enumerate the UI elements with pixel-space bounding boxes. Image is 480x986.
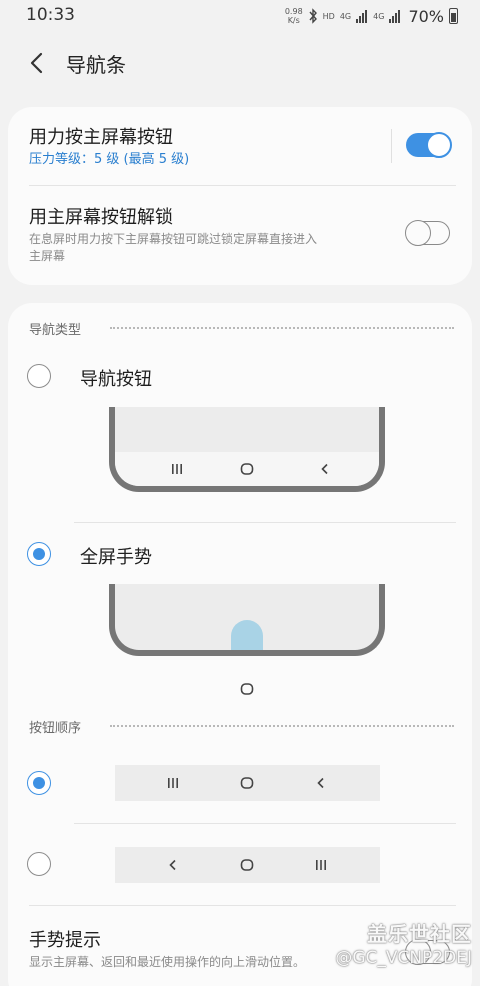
home-icon	[240, 680, 254, 699]
battery-percent: 70%	[408, 6, 444, 26]
lte-indicator-1: 4G	[339, 11, 352, 21]
option-label-fullscreen-gestures: 全屏手势	[80, 547, 152, 568]
switch-knob	[405, 219, 431, 246]
pressure-level: 压力等级：5 级 (最高 5 级)	[29, 152, 190, 167]
preview-navbar	[115, 452, 379, 486]
network-speed-value: 0.98	[284, 7, 303, 16]
home-icon	[235, 452, 259, 486]
section-label-nav-type: 导航类型	[29, 323, 82, 338]
back-icon	[309, 765, 333, 801]
watermark-user: @GC_VCNP2DEJ	[335, 948, 472, 968]
lte-indicator-2: 4G	[373, 11, 385, 21]
signal-icon-2	[389, 10, 401, 23]
status-time: 10:33	[26, 5, 75, 25]
bluetooth-icon	[309, 8, 317, 24]
unlock-title: 用主屏幕按钮解锁	[29, 207, 173, 228]
unlock-description-2: 主屏幕	[29, 249, 66, 263]
home-icon	[235, 847, 259, 883]
unlock-switch[interactable]	[405, 219, 450, 246]
radio-order-back-home-recents[interactable]	[27, 852, 51, 876]
gesture-hints-description: 显示主屏幕、返回和最近使用操作的向上滑动位置。	[29, 955, 306, 969]
order-bar-recents-home-back	[115, 765, 380, 801]
section-divider	[110, 327, 454, 329]
radio-nav-buttons[interactable]	[27, 364, 51, 388]
pressure-row[interactable]: 用力按主屏幕按钮 压力等级：5 级 (最高 5 级)	[8, 107, 472, 185]
preview-nav-buttons	[109, 407, 385, 492]
recents-icon	[165, 452, 189, 486]
network-speed: 0.98 K/s	[285, 7, 303, 25]
signal-icon-1	[356, 10, 368, 23]
gesture-hints-title: 手势提示	[29, 930, 101, 951]
recents-icon	[161, 765, 185, 801]
back-button[interactable]	[22, 48, 52, 78]
option-label-nav-buttons: 导航按钮	[80, 369, 152, 390]
navigation-bar-settings-screen: 10:33 0.98 K/s HD 4G 4G 70% 导航条 用力按主屏幕按钮…	[0, 0, 480, 986]
unlock-description-1: 在息屏时用力按下主屏幕按钮可跳过锁定屏幕直接进入	[29, 232, 318, 246]
battery-icon	[449, 8, 458, 24]
home-icon	[235, 765, 259, 801]
section-divider	[110, 725, 454, 727]
divider	[74, 823, 456, 824]
section-label-button-order: 按钮顺序	[29, 721, 82, 736]
switch-knob	[426, 132, 452, 158]
recents-icon	[309, 847, 333, 883]
pressure-switch[interactable]	[406, 132, 452, 158]
radio-fullscreen-gestures[interactable]	[27, 542, 51, 566]
unlock-row[interactable]: 用主屏幕按钮解锁 在息屏时用力按下主屏幕按钮可跳过锁定屏幕直接进入 主屏幕	[8, 186, 472, 285]
app-header: 导航条	[0, 36, 480, 88]
navigation-type-card: 导航类型 导航按钮 全屏手势 按钮顺序 手势提示 显示主屏幕、返回和最近使用操作…	[8, 303, 472, 986]
watermark: 盖乐世社区 @GC_VCNP2DEJ	[335, 918, 472, 968]
preview-fullscreen-gestures	[109, 584, 385, 656]
chevron-left-icon	[30, 52, 43, 74]
home-button-settings-card: 用力按主屏幕按钮 压力等级：5 级 (最高 5 级) 用主屏幕按钮解锁 在息屏时…	[8, 107, 472, 285]
back-icon	[313, 452, 337, 486]
network-speed-unit: K/s	[287, 16, 300, 25]
watermark-community: 盖乐世社区	[367, 922, 472, 946]
back-icon	[161, 847, 185, 883]
order-bar-back-home-recents	[115, 847, 380, 883]
status-bar: 10:33 0.98 K/s HD 4G 4G 70%	[0, 0, 480, 32]
hd-indicator: HD	[322, 11, 335, 21]
page-title: 导航条	[66, 53, 126, 77]
pressure-title: 用力按主屏幕按钮	[29, 127, 173, 148]
divider	[74, 522, 456, 523]
radio-order-recents-home-back[interactable]	[27, 771, 51, 795]
row-divider-vertical	[391, 129, 392, 163]
gesture-hint-pill	[231, 620, 263, 650]
status-icons: 0.98 K/s HD 4G 4G 70%	[285, 5, 458, 27]
